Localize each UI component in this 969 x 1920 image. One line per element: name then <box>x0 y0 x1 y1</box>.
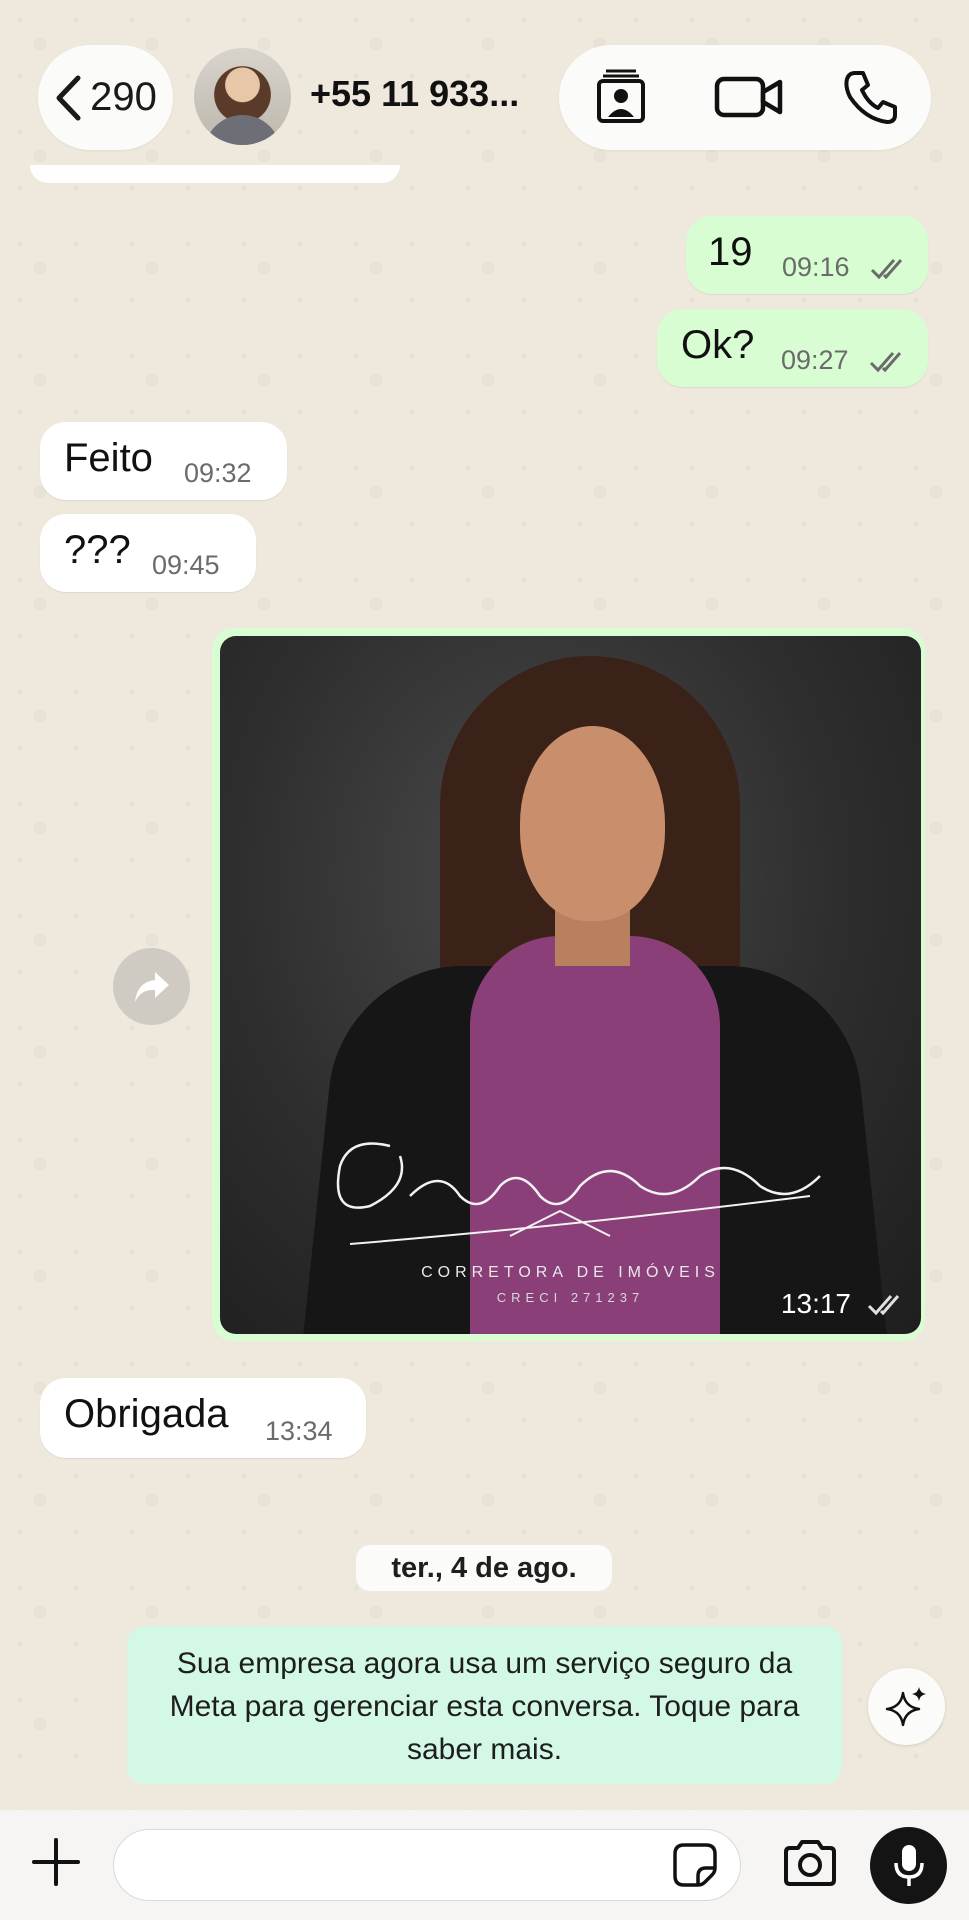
previous-message-edge <box>30 165 400 183</box>
message-time: 13:17 <box>780 1288 851 1319</box>
camera-icon[interactable] <box>780 1834 840 1894</box>
avatar[interactable] <box>194 48 291 145</box>
message-text: Obrigada <box>64 1392 229 1436</box>
double-check-icon <box>867 1295 900 1316</box>
outgoing-message[interactable]: 19 09:16 <box>686 216 928 294</box>
voice-call-button[interactable] <box>841 67 901 127</box>
message-time: 13:34 <box>265 1416 333 1446</box>
message-input[interactable] <box>113 1829 741 1901</box>
contact-card-button[interactable] <box>591 67 651 127</box>
date-separator: ter., 4 de ago. <box>356 1545 612 1591</box>
message-time: 09:16 <box>782 252 850 282</box>
microphone-icon <box>893 1844 924 1886</box>
brand-subtitle: CORRETORA DE IMÓVEIS <box>421 1264 720 1281</box>
contact-name[interactable]: +55 11 933... <box>310 73 519 115</box>
image-attachment[interactable]: CORRETORA DE IMÓVEIS CRECI 271237 13:17 <box>220 636 921 1334</box>
incoming-message[interactable]: ??? 09:45 <box>40 514 256 592</box>
chat-header: 290 +55 11 933... <box>0 0 969 170</box>
message-time: 09:27 <box>781 345 849 375</box>
header-actions <box>559 45 931 150</box>
message-text: Ok? <box>681 323 755 367</box>
back-button[interactable]: 290 <box>38 45 173 150</box>
double-check-icon <box>869 352 902 373</box>
video-camera-icon <box>714 76 783 118</box>
unread-count: 290 <box>90 75 157 119</box>
message-text: ??? <box>64 528 131 572</box>
message-text: 19 <box>708 230 753 274</box>
ai-sparkle-icon <box>885 1686 926 1726</box>
signature-logo <box>336 1142 821 1245</box>
message-time: 09:32 <box>184 458 252 488</box>
sticker-icon[interactable] <box>672 1842 718 1888</box>
voice-record-button[interactable] <box>870 1827 947 1904</box>
forward-button[interactable] <box>113 948 190 1025</box>
message-time: 09:45 <box>152 550 220 580</box>
video-call-button[interactable] <box>714 67 784 127</box>
message-text: Feito <box>64 436 153 480</box>
phone-icon <box>844 71 897 124</box>
composer-bar <box>0 1810 969 1920</box>
meta-ai-button[interactable] <box>868 1668 945 1745</box>
chevron-left-icon <box>56 75 81 120</box>
incoming-message[interactable]: Obrigada 13:34 <box>40 1378 366 1458</box>
contact-card-icon <box>597 69 645 123</box>
incoming-message[interactable]: Feito 09:32 <box>40 422 287 500</box>
system-notice-text: Sua empresa agora usa um serviço seguro … <box>169 1647 800 1766</box>
system-notice[interactable]: Sua empresa agora usa um serviço seguro … <box>127 1626 842 1784</box>
outgoing-message[interactable]: Ok? 09:27 <box>657 309 928 387</box>
share-forward-icon <box>134 971 169 1002</box>
double-check-icon <box>870 259 903 280</box>
plus-icon[interactable] <box>30 1836 82 1888</box>
